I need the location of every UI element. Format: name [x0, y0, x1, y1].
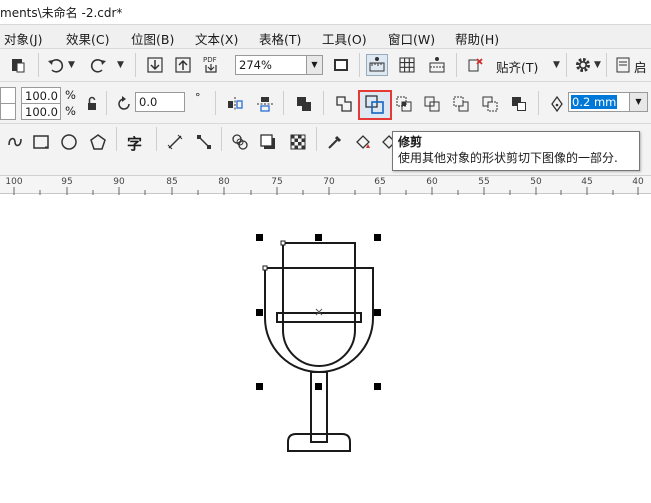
- eyedropper-tool-icon[interactable]: [324, 131, 346, 153]
- menu-tools[interactable]: 工具(O): [322, 29, 367, 48]
- separator: [116, 127, 117, 151]
- undo-icon[interactable]: [44, 54, 66, 76]
- create-boundary-icon[interactable]: [508, 93, 530, 115]
- rectangle-tool-icon[interactable]: [30, 131, 52, 153]
- separator: [283, 91, 284, 115]
- lock-ratio-icon[interactable]: [81, 93, 103, 115]
- outline-width-dropdown-chevron-icon[interactable]: ▼: [630, 92, 648, 112]
- zoom-level-input[interactable]: 274%: [235, 55, 307, 75]
- simplify-icon[interactable]: [421, 93, 443, 115]
- back-minus-front-icon[interactable]: [479, 93, 501, 115]
- chevron-down-icon[interactable]: ▼: [68, 60, 75, 70]
- separator: [538, 91, 539, 115]
- pdf-label: PDF: [203, 56, 217, 64]
- trim-button[interactable]: [358, 90, 392, 120]
- ellipse-tool-icon[interactable]: [58, 131, 80, 153]
- goblet-bowl-outer[interactable]: [264, 267, 374, 373]
- zoom-dropdown-chevron-icon[interactable]: ▼: [307, 55, 323, 75]
- menu-table[interactable]: 表格(T): [259, 29, 301, 48]
- front-minus-back-icon[interactable]: [450, 93, 472, 115]
- scale-y-input[interactable]: 100.0: [21, 103, 61, 120]
- outline-width-value: 0.2 mm: [571, 95, 618, 109]
- window-title: ments\未命名 -2.cdr*: [0, 6, 123, 20]
- percent-label: %: [65, 88, 76, 102]
- combine-icon[interactable]: [293, 93, 315, 115]
- trim-tooltip: 修剪 使用其他对象的形状剪切下图像的一部分.: [392, 131, 640, 171]
- blend-tool-icon[interactable]: [229, 131, 251, 153]
- separator: [316, 127, 317, 151]
- show-guidelines-icon[interactable]: [426, 54, 448, 76]
- menu-bar: 对象(J) 效果(C) 位图(B) 文本(X) 表格(T) 工具(O) 窗口(W…: [0, 24, 651, 48]
- trim-icon: [365, 95, 384, 114]
- transparency-tool-icon[interactable]: [287, 131, 309, 153]
- show-grid-icon[interactable]: [396, 54, 418, 76]
- percent-label: %: [65, 104, 76, 118]
- menu-bitmap[interactable]: 位图(B): [131, 29, 174, 48]
- object-position-y-field[interactable]: [0, 103, 16, 120]
- mirror-horizontal-icon[interactable]: [224, 93, 246, 115]
- goblet-stem[interactable]: [310, 371, 328, 443]
- weld-icon[interactable]: [333, 93, 355, 115]
- outline-width-input[interactable]: 0.2 mm: [568, 92, 630, 112]
- separator: [221, 127, 222, 151]
- polygon-tool-icon[interactable]: [87, 131, 109, 153]
- intersect-icon[interactable]: [393, 93, 415, 115]
- paste-icon[interactable]: [7, 54, 29, 76]
- goblet-band[interactable]: [276, 312, 362, 323]
- tooltip-description: 使用其他对象的形状剪切下图像的一部分.: [398, 151, 618, 165]
- ruler-ticks: [13, 187, 639, 195]
- connector-tool-icon[interactable]: [193, 131, 215, 153]
- separator: [323, 91, 324, 115]
- menu-window[interactable]: 窗口(W): [388, 29, 435, 48]
- redo-icon[interactable]: [88, 54, 110, 76]
- rotation-angle-input[interactable]: 0.0: [135, 92, 185, 112]
- node-markers: [262, 240, 286, 271]
- publish-pdf-icon[interactable]: PDF: [200, 54, 222, 76]
- drawing-canvas[interactable]: [0, 194, 651, 503]
- menu-object[interactable]: 对象(J): [4, 29, 42, 48]
- snap-off-icon[interactable]: [464, 54, 486, 76]
- pen-nib-icon[interactable]: [546, 93, 568, 115]
- drop-shadow-tool-icon[interactable]: [257, 131, 279, 153]
- object-position-x-field[interactable]: [0, 87, 16, 104]
- degree-label: °: [195, 91, 201, 104]
- separator: [359, 53, 360, 77]
- rotate-icon[interactable]: [113, 93, 135, 115]
- separator: [135, 53, 136, 77]
- show-rulers-icon[interactable]: [366, 54, 388, 76]
- menu-text[interactable]: 文本(X): [195, 29, 238, 48]
- interactive-fill-tool-icon[interactable]: [352, 131, 374, 153]
- separator: [215, 91, 216, 115]
- goblet-drawing[interactable]: [0, 194, 651, 503]
- export-icon[interactable]: [172, 54, 194, 76]
- property-bar: 100.0 100.0 % % 0.0 ° 0.2 mm ▼: [0, 81, 651, 123]
- launch-label[interactable]: 启: [634, 57, 647, 76]
- chevron-down-icon[interactable]: ▼: [117, 60, 124, 70]
- tooltip-title: 修剪: [398, 135, 423, 149]
- mirror-vertical-icon[interactable]: [254, 93, 276, 115]
- title-bar: ments\未命名 -2.cdr*: [0, 0, 651, 24]
- standard-toolbar: ▼ ▼ PDF 274% ▼ 贴齐(T) ▼ ▼ 启: [0, 48, 651, 81]
- launch-icon[interactable]: [612, 54, 634, 76]
- full-screen-icon[interactable]: [330, 54, 352, 76]
- dimension-tool-icon[interactable]: [164, 131, 186, 153]
- separator: [566, 53, 567, 77]
- menu-effects[interactable]: 效果(C): [66, 29, 109, 48]
- separator: [38, 53, 39, 77]
- separator: [156, 127, 157, 151]
- freehand-tool-icon[interactable]: [4, 131, 26, 153]
- text-tool-icon[interactable]: 字: [127, 133, 142, 154]
- separator: [106, 91, 107, 115]
- menu-help[interactable]: 帮助(H): [455, 29, 499, 48]
- gear-icon[interactable]: [572, 54, 594, 76]
- goblet-bowl-inner-rectangle[interactable]: [282, 242, 356, 367]
- chevron-down-icon[interactable]: ▼: [594, 60, 601, 70]
- import-icon[interactable]: [144, 54, 166, 76]
- scale-x-input[interactable]: 100.0: [21, 87, 61, 104]
- separator: [456, 53, 457, 77]
- separator: [606, 53, 607, 77]
- snap-to-label[interactable]: 贴齐(T): [496, 57, 538, 76]
- horizontal-ruler[interactable]: 100 95 90 85 80 75 70 65 60 55 50 45 40: [0, 175, 651, 195]
- chevron-down-icon[interactable]: ▼: [553, 60, 560, 70]
